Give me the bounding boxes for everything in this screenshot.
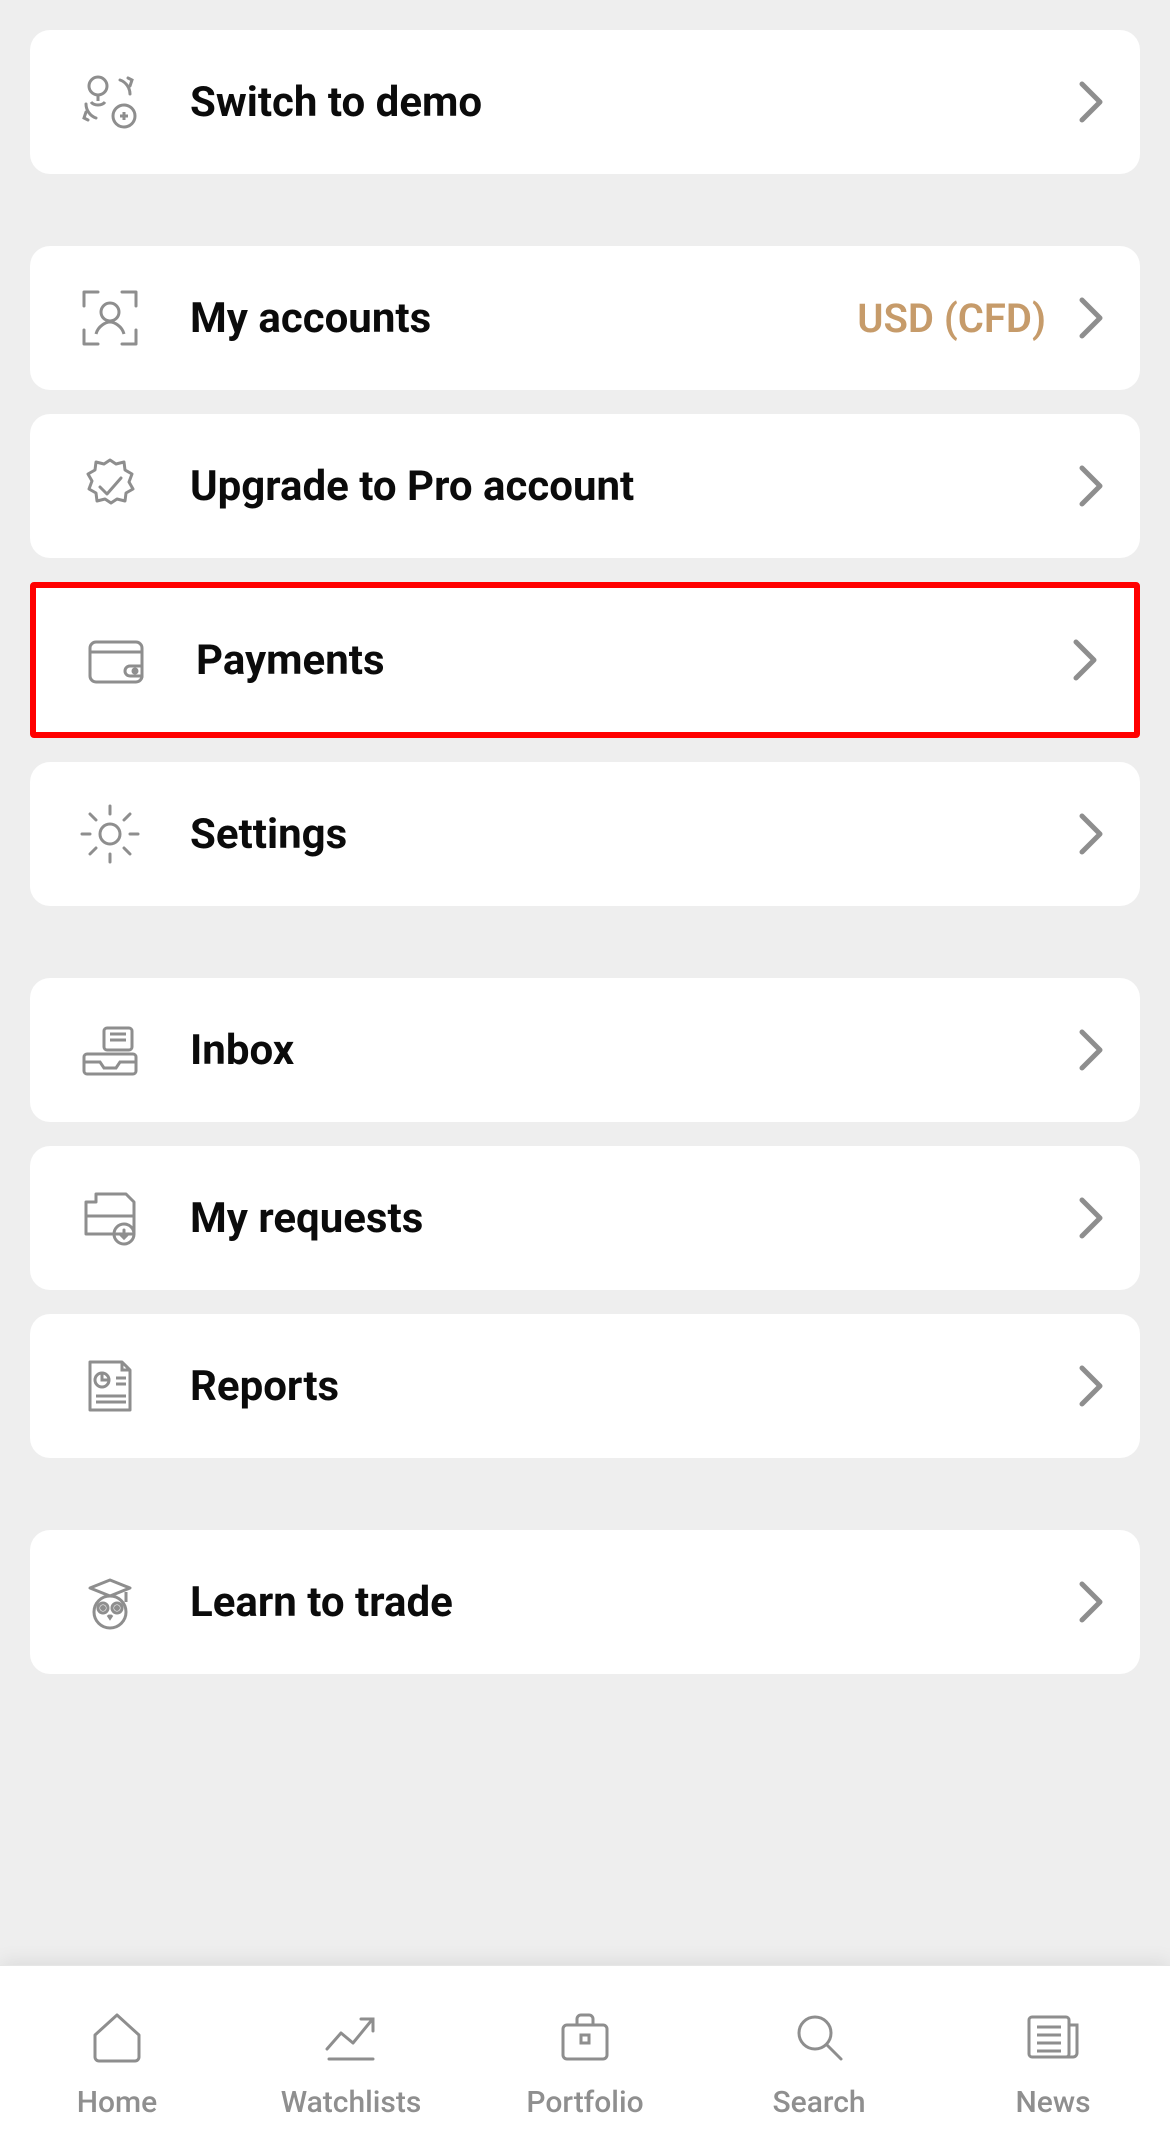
chevron-right-icon	[1076, 78, 1106, 126]
menu-item-label: Upgrade to Pro account	[190, 462, 1076, 511]
nav-label: Search	[772, 2085, 865, 2120]
group-2: My accounts USD (CFD) Upgrade to Pro acc…	[30, 246, 1140, 906]
menu-item-settings[interactable]: Settings	[30, 762, 1140, 906]
requests-icon	[74, 1182, 146, 1254]
chevron-right-icon	[1076, 810, 1106, 858]
reports-icon	[74, 1350, 146, 1422]
group-1: Switch to demo	[30, 30, 1140, 174]
watchlists-icon	[315, 2001, 387, 2073]
group-3: Inbox My requests	[30, 978, 1140, 1458]
menu-item-label: Learn to trade	[190, 1578, 1076, 1627]
chevron-right-icon	[1076, 294, 1106, 342]
menu-item-label: Settings	[190, 810, 1076, 859]
menu-item-label: My accounts	[190, 294, 857, 343]
menu-item-learn-trade[interactable]: Learn to trade	[30, 1530, 1140, 1674]
menu-item-label: Reports	[190, 1362, 1076, 1411]
bottom-nav: Home Watchlists Portfolio Search News	[0, 1965, 1170, 2155]
inbox-icon	[74, 1014, 146, 1086]
settings-list: Switch to demo My accounts USD (CFD)	[0, 0, 1170, 1674]
portfolio-icon	[549, 2001, 621, 2073]
nav-label: News	[1015, 2085, 1090, 2120]
menu-item-switch-demo[interactable]: Switch to demo	[30, 30, 1140, 174]
chevron-right-icon	[1076, 1026, 1106, 1074]
wallet-icon	[80, 624, 152, 696]
home-icon	[81, 2001, 153, 2073]
search-icon	[783, 2001, 855, 2073]
chevron-right-icon	[1076, 1578, 1106, 1626]
chevron-right-icon	[1076, 1194, 1106, 1242]
nav-watchlists[interactable]: Watchlists	[234, 2001, 468, 2120]
settings-icon	[74, 798, 146, 870]
nav-home[interactable]: Home	[0, 2001, 234, 2120]
menu-item-payments[interactable]: Payments	[30, 582, 1140, 738]
menu-item-reports[interactable]: Reports	[30, 1314, 1140, 1458]
menu-item-label: Inbox	[190, 1026, 1076, 1075]
menu-item-my-requests[interactable]: My requests	[30, 1146, 1140, 1290]
accounts-currency-badge: USD (CFD)	[857, 295, 1046, 342]
chevron-right-icon	[1076, 462, 1106, 510]
nav-label: Home	[77, 2085, 158, 2120]
accounts-icon	[74, 282, 146, 354]
nav-news[interactable]: News	[936, 2001, 1170, 2120]
chevron-right-icon	[1076, 1362, 1106, 1410]
group-4: Learn to trade	[30, 1530, 1140, 1674]
menu-item-label: Payments	[196, 636, 1070, 685]
menu-item-my-accounts[interactable]: My accounts USD (CFD)	[30, 246, 1140, 390]
nav-portfolio[interactable]: Portfolio	[468, 2001, 702, 2120]
menu-item-label: Switch to demo	[190, 78, 1076, 127]
chevron-right-icon	[1070, 636, 1100, 684]
upgrade-icon	[74, 450, 146, 522]
menu-item-label: My requests	[190, 1194, 1076, 1243]
news-icon	[1017, 2001, 1089, 2073]
switch-demo-icon	[74, 66, 146, 138]
nav-label: Watchlists	[281, 2085, 422, 2120]
menu-item-inbox[interactable]: Inbox	[30, 978, 1140, 1122]
nav-search[interactable]: Search	[702, 2001, 936, 2120]
menu-item-upgrade-pro[interactable]: Upgrade to Pro account	[30, 414, 1140, 558]
owl-icon	[74, 1566, 146, 1638]
nav-label: Portfolio	[526, 2085, 643, 2120]
